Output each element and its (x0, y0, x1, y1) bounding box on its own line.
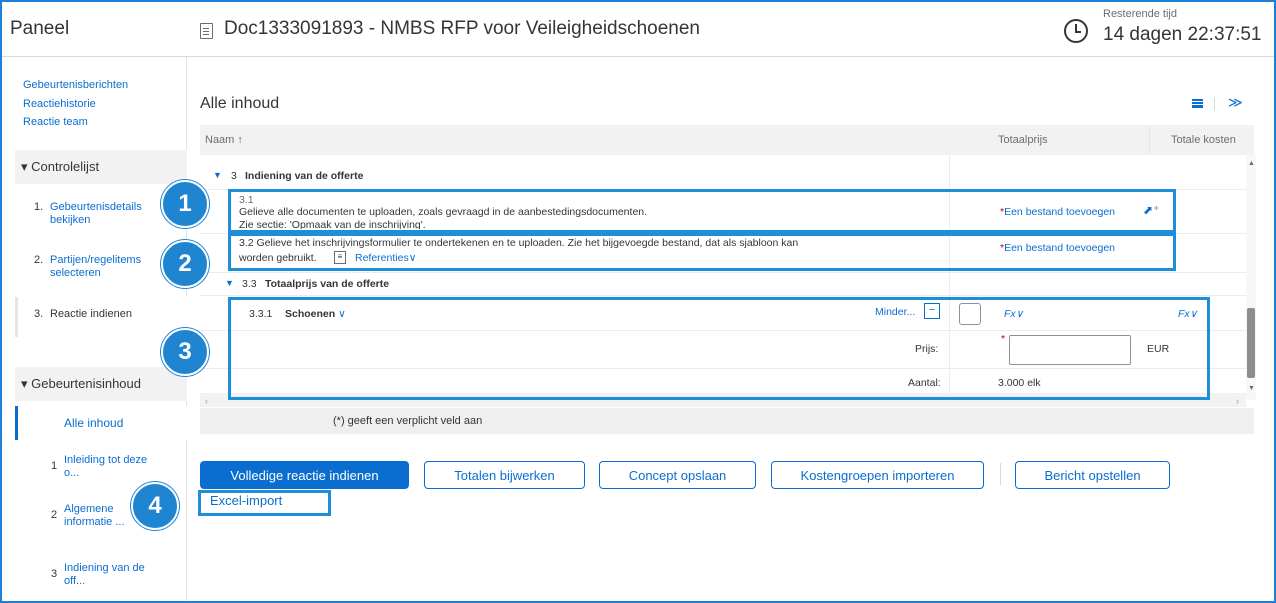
column-total-costs[interactable]: Totale kosten (1171, 134, 1236, 146)
panel-title[interactable]: Paneel (10, 18, 69, 40)
checklist-header[interactable]: ▾ Controlelijst (15, 150, 187, 184)
checklist-step-2[interactable]: 2. Partijen/regelitems selecteren (34, 254, 142, 280)
highlight-box-2 (228, 233, 1176, 271)
save-draft-button[interactable]: Concept opslaan (599, 461, 756, 489)
required-field-note: (*) geeft een verplicht veld aan (200, 408, 1254, 434)
clock-icon (1064, 19, 1088, 43)
submit-full-response-button[interactable]: Volledige reactie indienen (200, 461, 409, 489)
double-chevron-down-icon[interactable]: ≫ (1228, 94, 1243, 111)
top-bar: Paneel Doc1333091893 - NMBS RFP voor Vei… (2, 2, 1274, 57)
divider (1214, 97, 1215, 111)
callout-badge-2: 2 (161, 240, 209, 288)
page-title: Alle inhoud (200, 95, 280, 112)
step-label-2: bekijken (50, 214, 91, 226)
highlight-box-3 (228, 297, 1210, 400)
checklist-step-3[interactable]: 3. Reactie indienen (34, 308, 132, 321)
import-cost-groups-button[interactable]: Kostengroepen importeren (771, 461, 984, 489)
section-title: Totaalprijs van de offerte (265, 278, 390, 290)
content-item-1[interactable]: 1 Inleiding tot deze o... (51, 454, 148, 480)
document-title: Doc1333091893 - NMBS RFP voor Veileighei… (224, 18, 701, 39)
sidebar-link-response-history[interactable]: Reactiehistorie (23, 98, 96, 110)
column-total-price[interactable]: Totaalprijs (998, 134, 1048, 146)
step-label-2: selecteren (50, 267, 101, 279)
step-number: 1. (34, 201, 44, 213)
step-number: 3. (34, 308, 44, 320)
table-settings-icon[interactable] (1192, 99, 1203, 108)
column-name[interactable]: Naam ↑ (205, 134, 243, 146)
scroll-up-icon[interactable]: ▲ (1248, 158, 1255, 170)
section-title: Indiening van de offerte (245, 170, 364, 182)
content-item-3[interactable]: 3 Indiening van de off... (51, 562, 145, 588)
remaining-time-label: Resterende tijd (1103, 8, 1177, 20)
checklist-step-1[interactable]: 1. Gebeurtenisdetails bekijken (34, 201, 142, 227)
callout-badge-3: 3 (161, 328, 209, 376)
item-number: 2 (51, 509, 58, 521)
required-note-text: (*) geeft een verplicht veld aan (333, 415, 483, 427)
content-item-2[interactable]: 2 Algemene informatie ... (51, 503, 125, 529)
column-divider (1149, 125, 1150, 155)
highlight-box-1 (228, 189, 1176, 233)
item-label-2: informatie ... (64, 516, 125, 528)
step-number: 2. (34, 254, 44, 266)
sidebar-link-response-team[interactable]: Reactie team (23, 116, 88, 128)
row-divider (200, 272, 1246, 273)
callout-badge-4: 4 (131, 482, 179, 530)
item-label: Algemene (64, 503, 114, 515)
scroll-left-icon[interactable]: ‹ (205, 395, 208, 407)
sidebar-link-event-messages[interactable]: Gebeurtenisberichten (23, 79, 128, 91)
table-header: Naam ↑ Totaalprijs Totale kosten (200, 125, 1254, 156)
item-label-2: off... (64, 575, 86, 587)
item-label-2: o... (64, 467, 80, 479)
update-totals-button[interactable]: Totalen bijwerken (424, 461, 585, 489)
vertical-scroll-thumb[interactable] (1247, 308, 1255, 378)
collapse-triangle-icon[interactable]: ▼ (225, 278, 234, 288)
callout-badge-1: 1 (161, 180, 209, 228)
section-number: 3.3 (242, 278, 257, 290)
sidebar-all-content[interactable]: Alle inhoud (15, 406, 187, 440)
step-label: Reactie indienen (50, 308, 132, 320)
compose-message-button[interactable]: Bericht opstellen (1015, 461, 1170, 489)
scroll-down-icon[interactable]: ▼ (1248, 383, 1255, 395)
section-number: 3 (231, 170, 237, 182)
collapse-triangle-icon[interactable]: ▼ (213, 170, 222, 180)
step-label: Gebeurtenisdetails (50, 201, 142, 213)
excel-import-button[interactable]: Excel-import (200, 490, 330, 515)
item-label: Indiening van de (64, 562, 145, 574)
document-icon (200, 23, 213, 39)
item-label: Inleiding tot deze (64, 454, 148, 466)
row-divider (200, 295, 1246, 296)
event-content-header[interactable]: ▾ Gebeurtenisinhoud (15, 367, 187, 401)
button-divider (1000, 463, 1001, 485)
step-label: Partijen/regelitems (50, 254, 142, 266)
remaining-time-value: 14 dagen 22:37:51 (1103, 24, 1262, 45)
item-number: 3 (51, 568, 58, 580)
item-number: 1 (51, 460, 58, 472)
scroll-right-icon[interactable]: › (1236, 395, 1239, 407)
